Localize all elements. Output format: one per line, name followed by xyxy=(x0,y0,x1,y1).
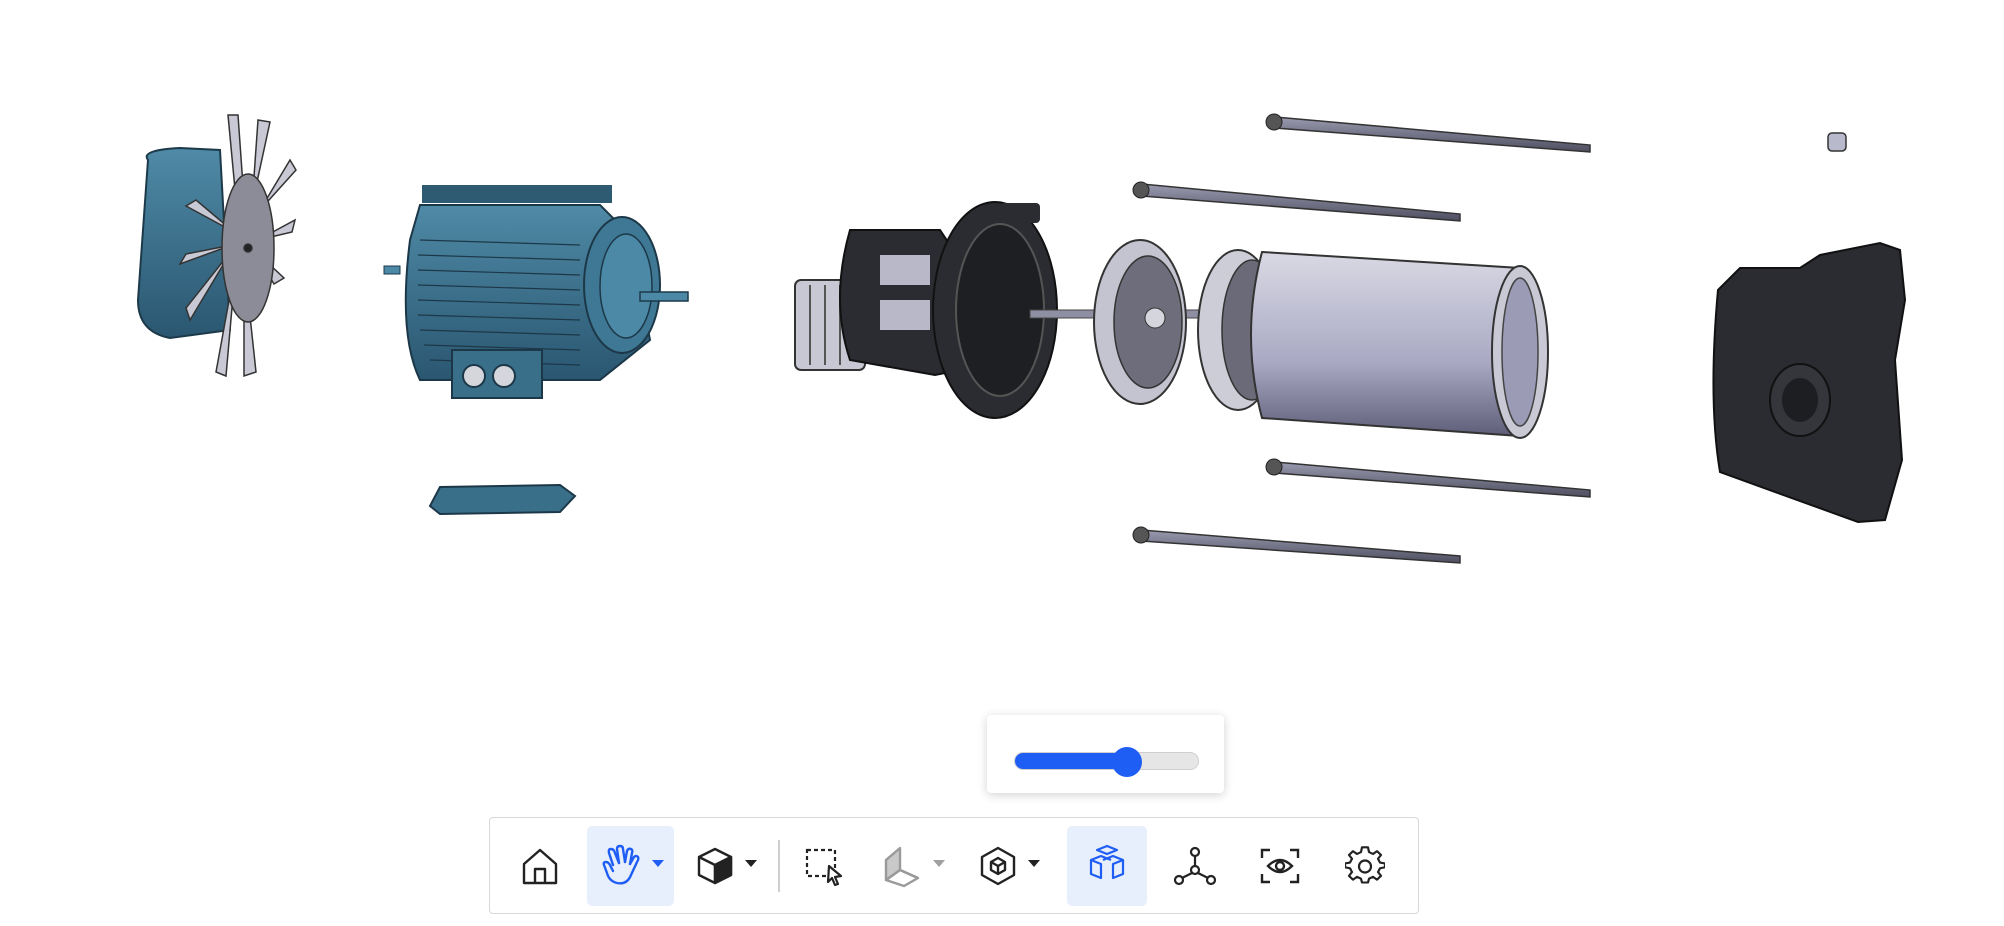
view-cube-button[interactable] xyxy=(685,826,763,906)
section-plane-icon xyxy=(884,846,920,888)
explode-slider-thumb[interactable] xyxy=(1111,747,1142,777)
chevron-down-icon[interactable] xyxy=(1028,860,1040,868)
tie-rod-part[interactable] xyxy=(1132,181,1461,222)
nut-part[interactable] xyxy=(1827,132,1847,152)
fan-cover-part[interactable] xyxy=(136,146,232,340)
model-tree-icon xyxy=(1173,846,1217,886)
toolbar-separator xyxy=(778,840,780,892)
explode-view-icon xyxy=(1089,844,1125,880)
chevron-down-icon[interactable] xyxy=(652,860,664,868)
tie-rod-part[interactable] xyxy=(1265,458,1591,498)
explode-shaded-icon xyxy=(980,846,1016,886)
terminal-box-cover-part[interactable] xyxy=(428,483,577,516)
model-tree-button[interactable] xyxy=(1160,826,1230,906)
motor-part[interactable] xyxy=(383,185,689,399)
impeller-part[interactable] xyxy=(1093,239,1187,405)
section-plane-button[interactable] xyxy=(873,826,953,906)
explode-slider-fill xyxy=(1015,753,1127,769)
cube-view-icon xyxy=(697,847,733,885)
chevron-down-icon[interactable] xyxy=(933,860,945,868)
explode-view-button[interactable] xyxy=(1067,826,1147,906)
pump-casing-part[interactable] xyxy=(1250,250,1549,439)
hand-pan-icon xyxy=(602,844,640,885)
settings-gear-icon xyxy=(1345,846,1385,884)
explode-shaded-button[interactable] xyxy=(968,826,1048,906)
settings-button[interactable] xyxy=(1330,826,1400,906)
box-select-button[interactable] xyxy=(795,826,855,906)
box-select-icon xyxy=(805,848,843,887)
home-button[interactable] xyxy=(510,826,570,906)
end-cover-part[interactable] xyxy=(1712,241,1907,524)
explode-slider-popup xyxy=(987,715,1224,793)
view-focus-button[interactable] xyxy=(1245,826,1315,906)
tie-rod-part[interactable] xyxy=(1265,113,1591,153)
pan-button[interactable] xyxy=(587,826,674,906)
chevron-down-icon[interactable] xyxy=(745,860,757,868)
bottom-toolbar xyxy=(489,817,1419,914)
home-icon xyxy=(522,848,558,885)
tie-rod-part[interactable] xyxy=(1132,526,1461,564)
view-focus-icon xyxy=(1260,848,1300,884)
explode-slider[interactable] xyxy=(1014,747,1199,777)
